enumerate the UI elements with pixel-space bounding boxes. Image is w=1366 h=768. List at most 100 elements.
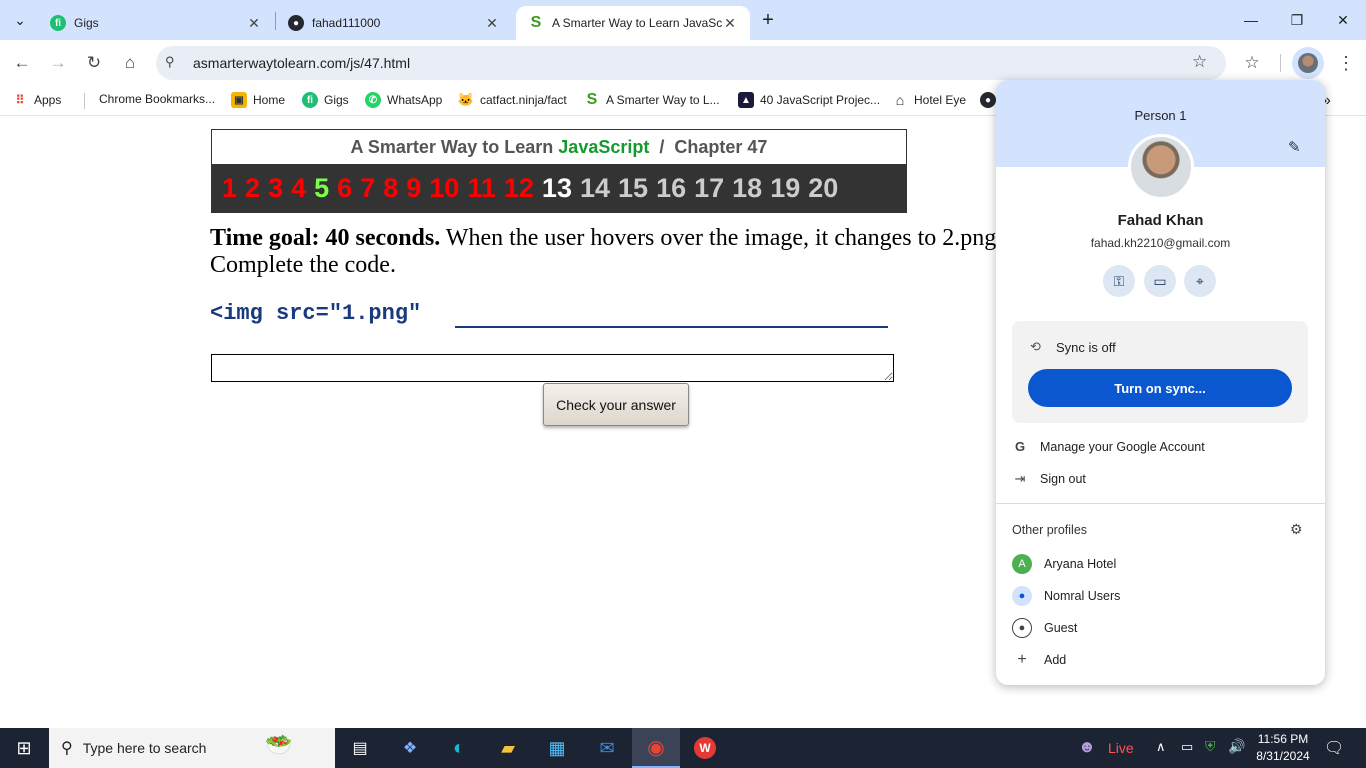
sign-out-item[interactable]: ⇥ Sign out (1012, 471, 1086, 487)
close-window-button[interactable]: ✕ (1320, 0, 1366, 40)
copilot-button[interactable]: ❖ (394, 732, 426, 764)
chrome-button[interactable]: ◉ (632, 728, 680, 768)
edge-button[interactable]: ◐ (443, 732, 475, 764)
bookmark-whatsapp[interactable]: ✆ WhatsApp (365, 92, 442, 108)
chapter-link-12[interactable]: 12 (504, 173, 534, 204)
bookmark-star-icon[interactable]: ☆ (1192, 52, 1207, 72)
restore-button[interactable]: ❐ (1274, 0, 1320, 40)
start-button[interactable]: ⊞ (8, 732, 40, 764)
security-icon[interactable]: ⛨ (1205, 738, 1216, 755)
chrome-icon: ◉ (647, 736, 665, 759)
tab-github[interactable]: ● fahad111000 ✕ (276, 6, 512, 40)
gear-icon[interactable]: ⚙ (1290, 521, 1303, 538)
chapter-link-6[interactable]: 6 (337, 173, 352, 204)
site-info-icon[interactable]: ⚲ (165, 54, 175, 70)
heading-brand-link[interactable]: JavaScript (558, 137, 649, 158)
tab-smarter-way[interactable]: S A Smarter Way to Learn JavaScr ✕ (516, 6, 750, 40)
wps-button[interactable]: W (689, 732, 721, 764)
addresses-button[interactable]: ⌖ (1184, 265, 1216, 297)
bookmark-gigs[interactable]: fi Gigs (302, 92, 349, 108)
new-tab-button[interactable]: + (746, 0, 790, 40)
chapter-link-19[interactable]: 19 (770, 173, 800, 204)
tab-gigs[interactable]: fi Gigs ✕ (38, 6, 274, 40)
heading-chapter: Chapter 47 (674, 136, 768, 157)
house-icon: ⌂ (895, 92, 905, 108)
chapter-link-16[interactable]: 16 (656, 173, 686, 204)
mail-button[interactable]: ✉ (591, 732, 623, 764)
chapter-link-9[interactable]: 9 (406, 173, 421, 204)
bookmark-hotel-eye[interactable]: ⌂ Hotel Eye (892, 92, 966, 108)
clock[interactable]: 11:56 PM 8/31/2024 (1252, 731, 1314, 765)
chapter-link-7[interactable]: 7 (360, 173, 375, 204)
edit-pencil-icon[interactable]: ✎ (1288, 138, 1301, 156)
chapter-link-20[interactable]: 20 (808, 173, 838, 204)
bookmark-apps[interactable]: ⠿ Apps (12, 92, 62, 108)
file-explorer-button[interactable]: ▰ (492, 732, 524, 764)
menu-button[interactable]: ⋮ (1330, 47, 1362, 79)
reload-button[interactable]: ↻ (78, 47, 110, 79)
chapter-link-15[interactable]: 15 (618, 173, 648, 204)
check-answer-button[interactable]: Check your answer (543, 383, 689, 426)
payment-methods-button[interactable]: ▭ (1144, 265, 1176, 297)
store-icon: ▦ (548, 737, 566, 758)
profile-item-add[interactable]: + Add (1012, 650, 1066, 670)
chapter-link-14[interactable]: 14 (580, 173, 610, 204)
volume-icon[interactable]: 🔊 (1228, 738, 1245, 755)
chapter-link-4[interactable]: 4 (291, 173, 306, 204)
bookmark-label: catfact.ninja/fact (480, 93, 567, 107)
fiverr-icon: fi (302, 92, 318, 108)
restore-icon: ❐ (1290, 11, 1304, 28)
bookmark-label: A Smarter Way to L... (606, 93, 720, 107)
chapter-link-18[interactable]: 18 (732, 173, 762, 204)
windows-icon: ⊞ (16, 737, 32, 758)
minimize-button[interactable]: — (1228, 0, 1274, 40)
chapter-link-17[interactable]: 17 (694, 173, 724, 204)
chapter-link-10[interactable]: 10 (429, 173, 459, 204)
tab-search-button[interactable]: ⌄ (0, 0, 40, 40)
profile-item-guest[interactable]: ● Guest (1012, 618, 1077, 638)
profile-item-label: Add (1044, 653, 1067, 667)
url-text[interactable]: asmarterwaytolearn.com/js/47.html (193, 55, 410, 71)
close-icon[interactable]: ✕ (722, 15, 738, 32)
taskbar-search[interactable]: ⚲ Type here to search 🥗 (49, 728, 335, 768)
notification-icon[interactable]: 🗨 (1324, 738, 1344, 758)
chapter-link-5[interactable]: 5 (314, 173, 329, 204)
chevron-up-icon[interactable]: ∧ (1156, 739, 1166, 755)
profile-item-label: Nomral Users (1044, 589, 1121, 603)
plus-icon: + (762, 8, 774, 31)
bookmark-catfact[interactable]: 🐱 catfact.ninja/fact (458, 92, 567, 108)
sync-section: ⟲ Sync is off Turn on sync... (1012, 321, 1308, 423)
google-icon: G (1014, 439, 1026, 454)
live-weather-icon: ☻ (1078, 737, 1096, 756)
store-button[interactable]: ▦ (541, 732, 573, 764)
chapter-link-1[interactable]: 1 (222, 173, 237, 204)
home-button[interactable]: ⌂ (114, 47, 146, 79)
profile-button[interactable] (1292, 47, 1324, 79)
folder-icon: ▰ (501, 737, 515, 758)
bookmark-smarter-way[interactable]: S A Smarter Way to L... (584, 91, 720, 108)
battery-icon[interactable]: ▭ (1181, 739, 1193, 755)
profile-item-aryana-hotel[interactable]: A Aryana Hotel (1012, 554, 1116, 574)
close-icon[interactable]: ✕ (246, 15, 262, 32)
forward-button[interactable]: → (42, 47, 74, 79)
chapter-link-11[interactable]: 11 (467, 173, 496, 204)
bookmarks-button[interactable]: ☆ (1236, 47, 1268, 79)
answer-textarea[interactable] (211, 354, 894, 382)
chapter-link-8[interactable]: 8 (383, 173, 398, 204)
task-view-button[interactable]: ▤ (344, 732, 376, 764)
turn-on-sync-button[interactable]: Turn on sync... (1028, 369, 1292, 407)
address-bar[interactable]: ⚲ asmarterwaytolearn.com/js/47.html ☆ (156, 46, 1226, 80)
profile-item-nomral-users[interactable]: ● Nomral Users (1012, 586, 1120, 606)
passwords-button[interactable]: ⚿ (1103, 265, 1135, 297)
bookmark-chrome-bookmarks[interactable]: Chrome Bookmarks... (99, 92, 215, 106)
chapter-link-3[interactable]: 3 (268, 173, 283, 204)
chapter-link-2[interactable]: 2 (245, 173, 260, 204)
close-icon[interactable]: ✕ (484, 15, 500, 32)
mail-icon: ✉ (599, 737, 615, 758)
bookmark-home[interactable]: ▣ Home (231, 92, 285, 108)
back-button[interactable]: ← (6, 47, 38, 79)
manage-account-item[interactable]: G Manage your Google Account (1012, 439, 1205, 454)
bookmark-40-js-projects[interactable]: ▲ 40 JavaScript Projec... (738, 92, 880, 108)
live-label[interactable]: Live (1108, 740, 1134, 756)
chapter-link-13[interactable]: 13 (542, 173, 572, 204)
